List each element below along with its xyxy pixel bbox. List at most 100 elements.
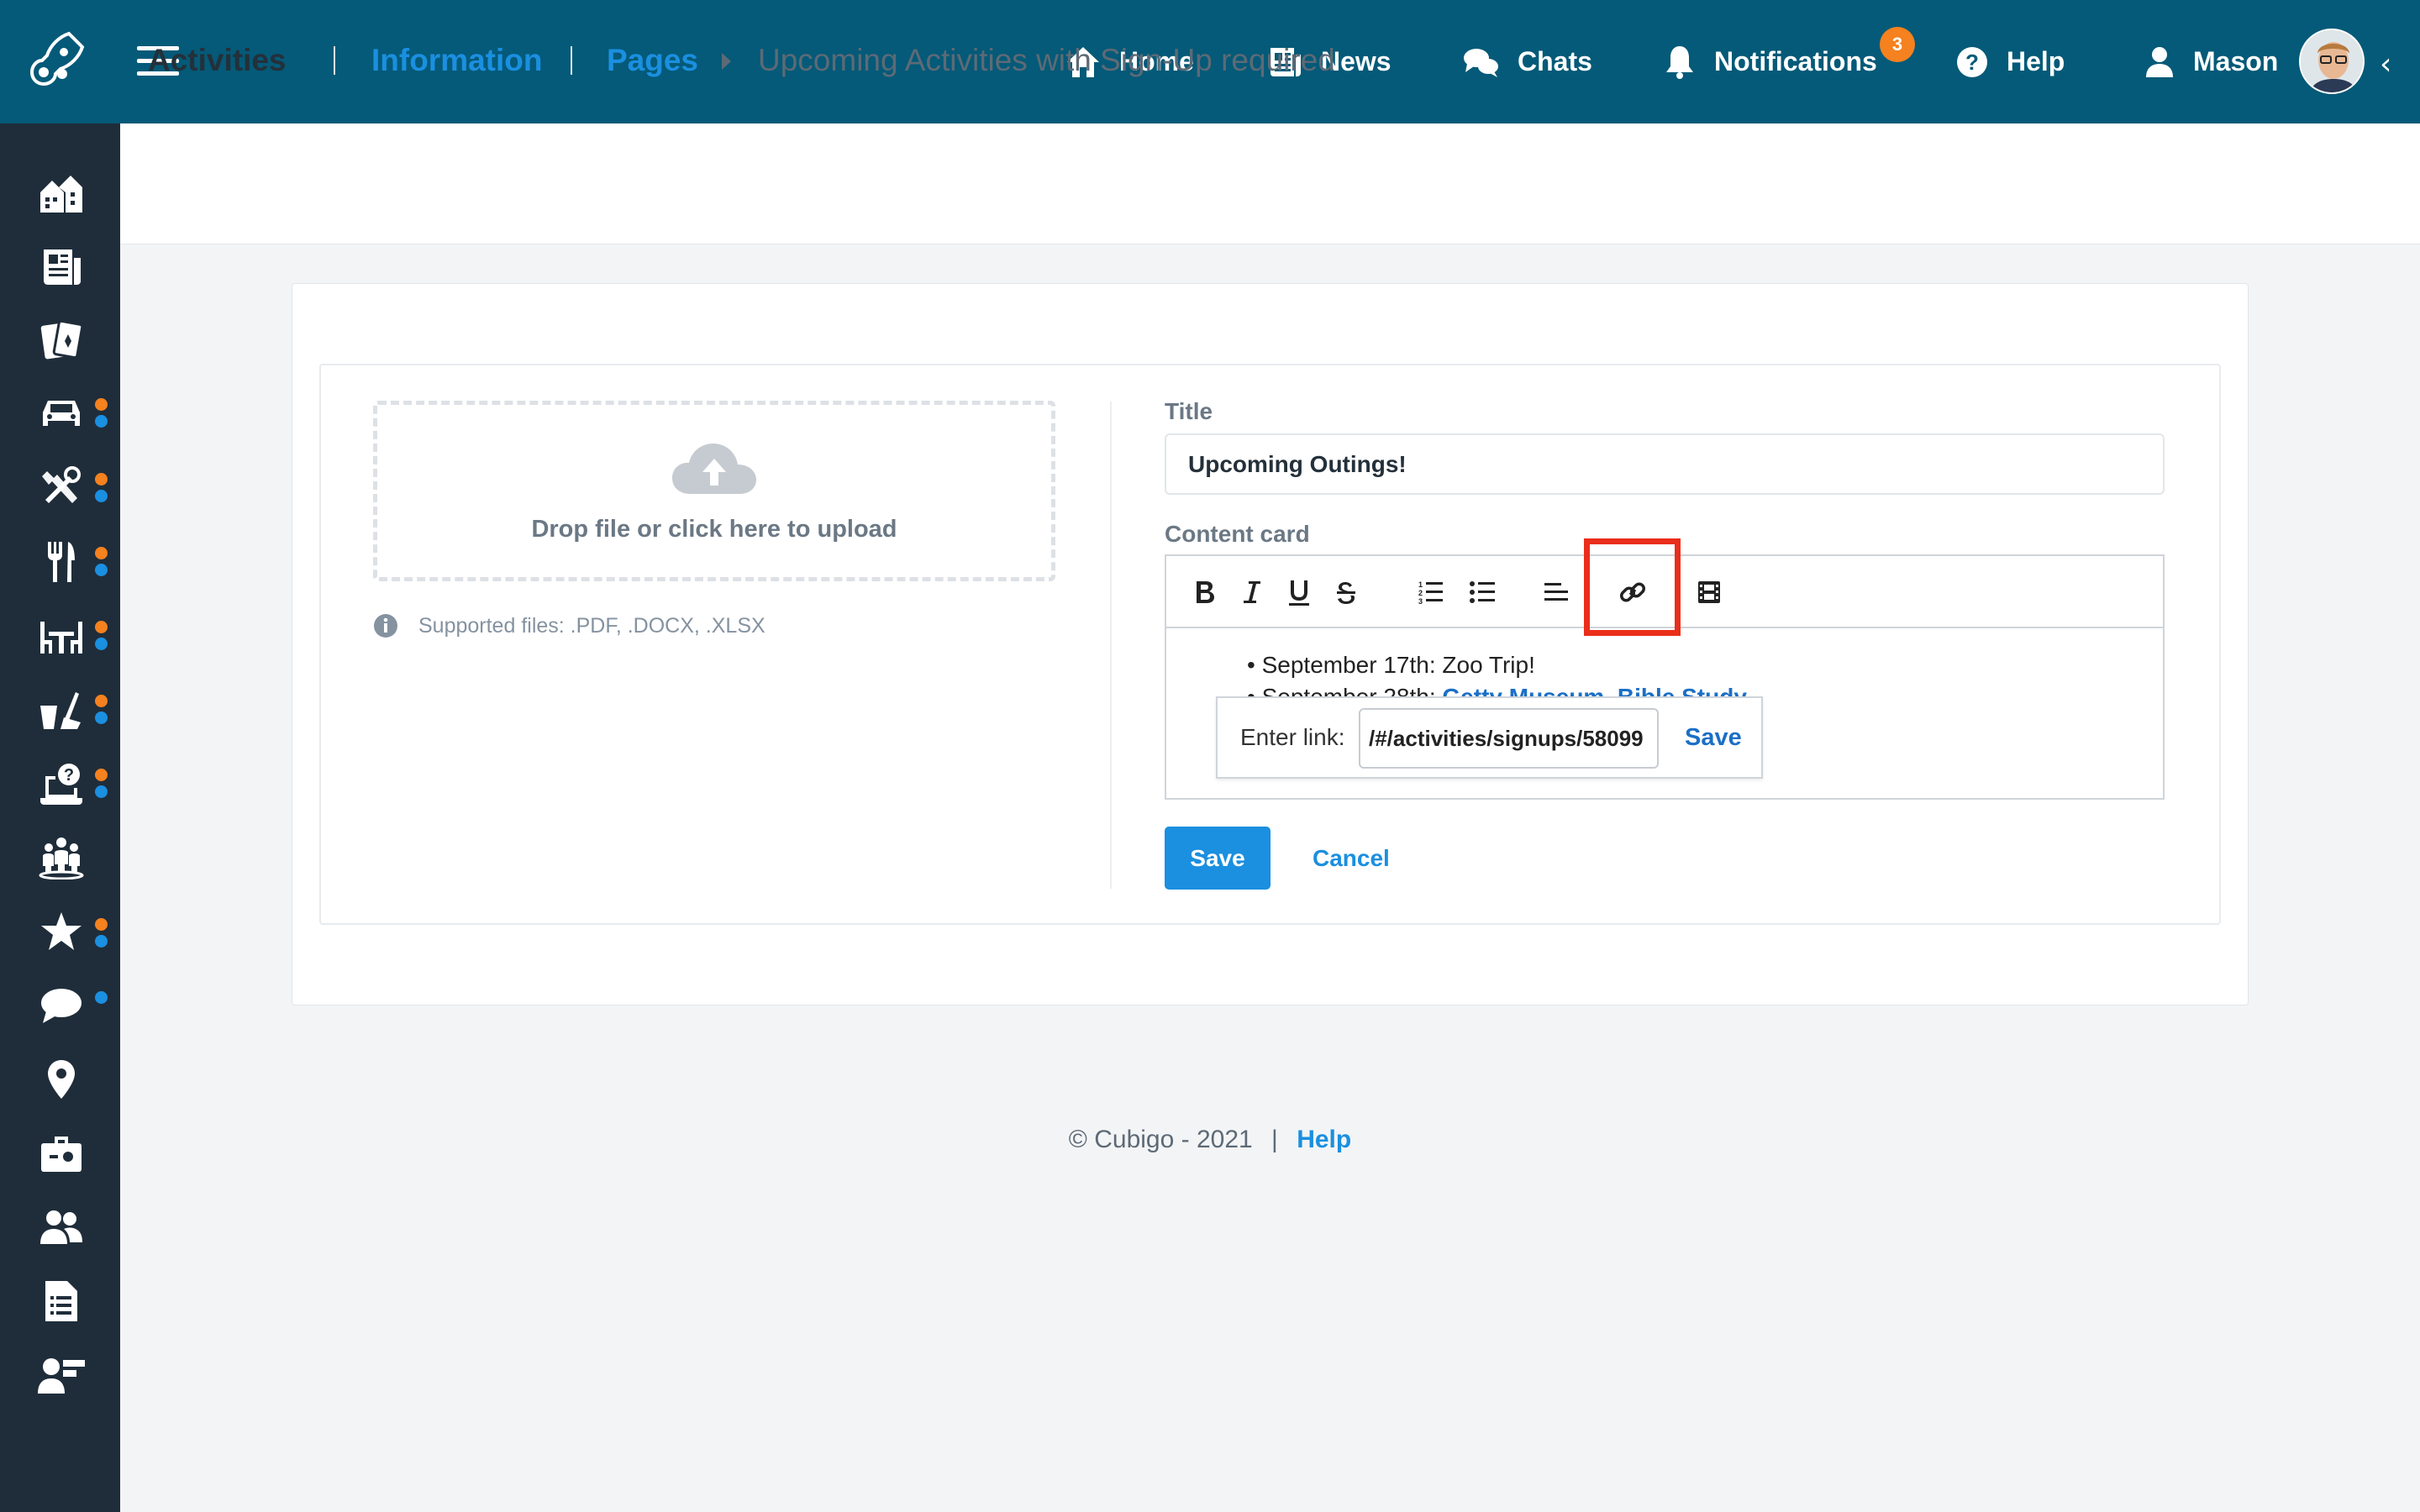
underline-icon [1289, 580, 1309, 606]
bullet-list-icon [1470, 581, 1495, 603]
dropzone-label: Drop file or click here to upload [531, 516, 897, 543]
supported-files-note: Supported files: .PDF, .DOCX, .XLSX [373, 613, 765, 638]
link-popup-label: Enter link: [1240, 724, 1345, 750]
people-icon [40, 1210, 82, 1244]
svg-text:2: 2 [1418, 589, 1423, 597]
cleaning-icon [40, 692, 81, 729]
link-save-button[interactable]: Save [1685, 698, 1742, 777]
breadcrumb-divider [334, 46, 335, 75]
nav-notifications-label: Notifications [1714, 46, 1877, 76]
link-button-highlight-box [1584, 538, 1681, 636]
svg-text:3: 3 [1418, 597, 1423, 605]
link-url-input[interactable]: /#/activities/signups/58099 [1359, 708, 1659, 769]
breadcrumb-root: Activities [148, 43, 287, 77]
sidebar-orange-dot [95, 473, 108, 486]
chat-bubble-icon [41, 989, 82, 1023]
insert-video-button[interactable] [1689, 572, 1729, 612]
sidebar-item-transport[interactable] [32, 384, 91, 443]
column-divider [1110, 402, 1112, 889]
sidebar-item-services[interactable] [32, 458, 91, 517]
rocket-logo-icon[interactable] [25, 30, 86, 91]
cards-icon [40, 319, 83, 360]
star-icon [41, 912, 82, 950]
sidebar-orange-dot [95, 695, 108, 707]
title-input[interactable]: Upcoming Outings! [1165, 433, 2165, 495]
newspaper-icon [44, 249, 81, 285]
user-card-icon [38, 1358, 85, 1394]
svg-text:1: 1 [1418, 580, 1423, 589]
sidebar-item-housekeeping[interactable] [32, 680, 91, 739]
avatar[interactable] [2299, 29, 2365, 94]
sidebar-item-messages[interactable] [32, 976, 91, 1035]
sidebar-item-favorites[interactable] [32, 902, 91, 961]
bold-icon [1197, 581, 1214, 603]
svg-text:?: ? [64, 766, 74, 785]
sidebar-blue-dot [95, 785, 108, 798]
sidebar-item-staff[interactable] [32, 1346, 91, 1404]
underline-button[interactable] [1279, 572, 1319, 612]
dining-icon [48, 542, 75, 582]
sidebar-blue-dot [95, 638, 108, 650]
sidebar-item-locations[interactable] [32, 1050, 91, 1109]
bold-button[interactable] [1185, 572, 1225, 612]
sidebar-orange-dot [95, 621, 108, 633]
save-button[interactable]: Save [1165, 827, 1270, 890]
sidebar-orange-dot [95, 769, 108, 781]
sidebar-orange-dot [95, 547, 108, 559]
document-list-icon [45, 1281, 77, 1321]
help-icon: ? [1957, 46, 1987, 77]
sidebar-item-community[interactable] [32, 828, 91, 887]
breadcrumb [120, 123, 2420, 244]
sidebar-blue-dot [95, 935, 108, 948]
sidebar-item-homes[interactable] [32, 165, 91, 223]
tools-icon [42, 466, 81, 503]
strikethrough-icon [1337, 582, 1355, 604]
breadcrumb-divider [571, 46, 572, 75]
file-dropzone[interactable]: Drop file or click here to upload [373, 401, 1055, 581]
sidebar-item-dining[interactable] [32, 533, 91, 591]
sidebar-item-cards[interactable] [32, 311, 91, 370]
car-icon [43, 401, 80, 426]
info-icon [374, 614, 397, 638]
link-entry-popup: Enter link: /#/activities/signups/58099 … [1216, 696, 1763, 779]
footer-help-link[interactable]: Help [1297, 1126, 1351, 1153]
nav-chats-label: Chats [1518, 46, 1592, 76]
collapse-chevron-icon[interactable]: ‹ [2380, 47, 2391, 81]
sidebar-blue-dot [95, 991, 108, 1004]
video-icon [1698, 581, 1720, 603]
nav-help[interactable]: ? Help [1956, 0, 2065, 123]
nav-user[interactable]: Mason [2144, 0, 2278, 123]
list-item: • September 17th: Zoo Trip! [1247, 652, 1535, 679]
sidebar-item-documents[interactable] [32, 1272, 91, 1331]
bell-icon [1666, 45, 1693, 79]
sidebar-item-news[interactable] [32, 238, 91, 297]
svg-text:?: ? [1965, 50, 1979, 75]
bullet-marker: • [1247, 652, 1262, 678]
breadcrumb-link-pages[interactable]: Pages [607, 0, 698, 121]
nav-notifications[interactable]: Notifications [1664, 0, 1877, 123]
italic-button[interactable] [1232, 572, 1272, 612]
sidebar-item-people[interactable] [32, 1198, 91, 1257]
align-left-icon [1544, 583, 1568, 601]
location-pin-icon [48, 1060, 75, 1099]
content-card-label: Content card [1165, 521, 1310, 547]
cloud-upload-icon [672, 444, 756, 494]
community-icon [39, 837, 84, 879]
cancel-button[interactable]: Cancel [1313, 827, 1390, 890]
align-left-button[interactable] [1536, 572, 1576, 612]
sidebar-blue-dot [95, 564, 108, 576]
sidebar-item-reservations[interactable] [32, 606, 91, 665]
sidebar-orange-dot [95, 398, 108, 411]
breadcrumb-caret-icon [722, 53, 731, 70]
copyright-text: © Cubigo - 2021 [1068, 1126, 1253, 1153]
ordered-list-button[interactable]: 123 [1410, 572, 1450, 612]
sidebar-item-it-help[interactable]: ? [32, 754, 91, 813]
bullet-list-button[interactable] [1462, 572, 1502, 612]
strikethrough-button[interactable] [1326, 572, 1366, 612]
sidebar-blue-dot [95, 490, 108, 502]
breadcrumb-link-information[interactable]: Information [371, 0, 542, 121]
nav-user-label: Mason [2193, 46, 2279, 76]
nav-help-label: Help [2007, 46, 2065, 76]
nav-chats[interactable]: Chats [1462, 0, 1592, 123]
user-icon [2146, 46, 2173, 77]
